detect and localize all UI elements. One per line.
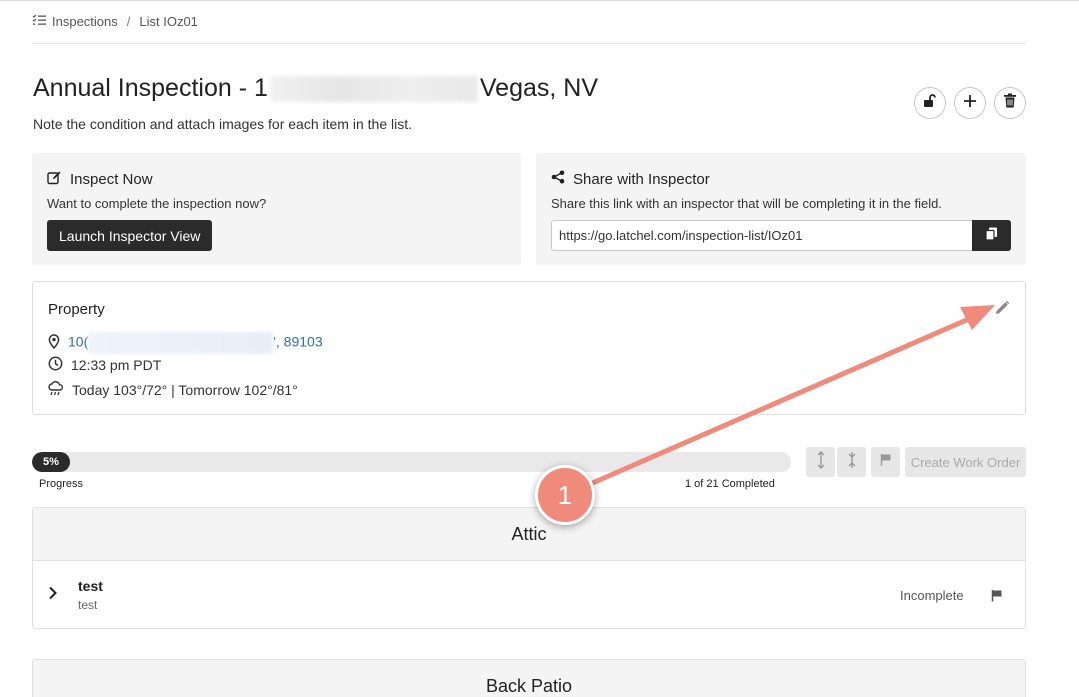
annotation-badge: 1 bbox=[535, 465, 595, 525]
annotation-arrow bbox=[562, 305, 995, 498]
